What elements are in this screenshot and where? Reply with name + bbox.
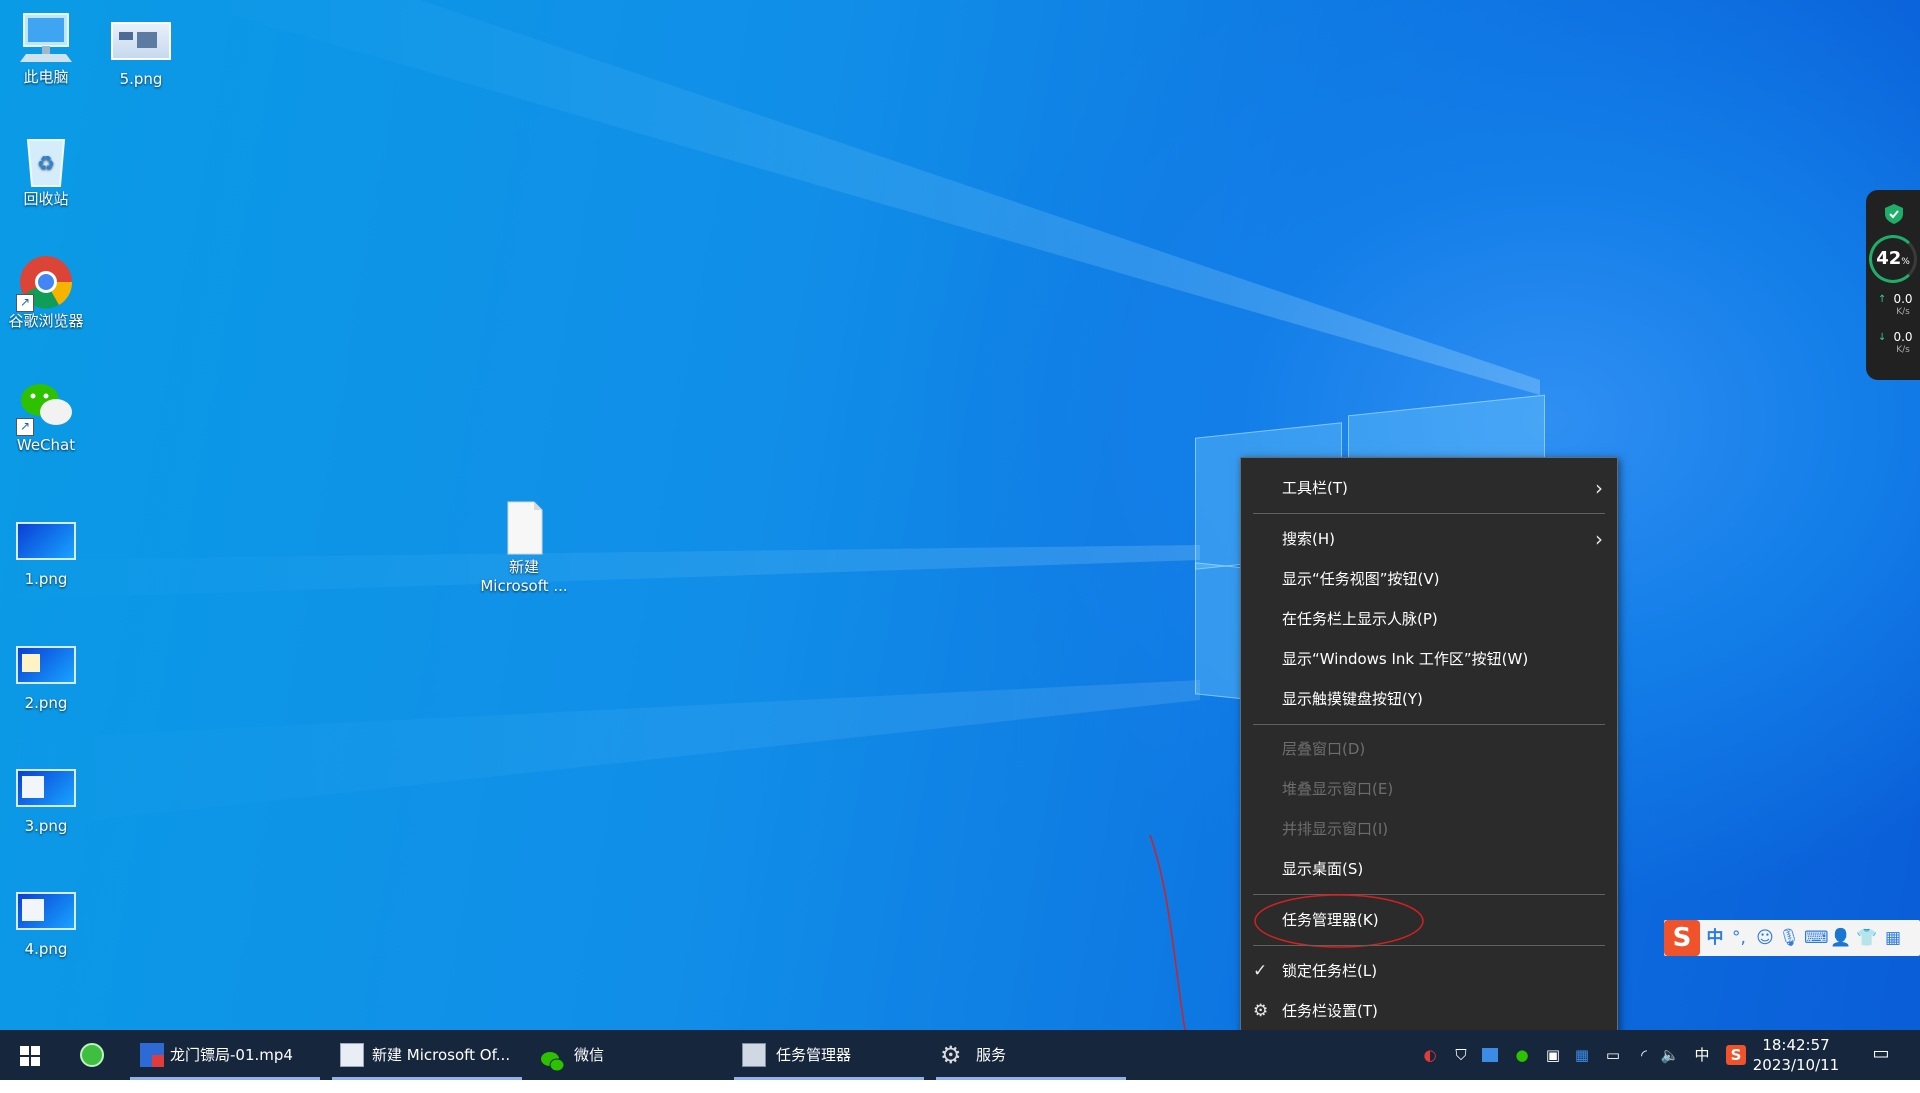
ime-punctuation-toggle[interactable]: °, [1728, 926, 1750, 950]
skin-shirt-icon[interactable]: 👕 [1856, 926, 1878, 950]
clock-date: 2023/10/11 [1752, 1056, 1840, 1074]
recycle-bin-icon: ♻ [18, 132, 74, 188]
services-gear-icon: ⚙ [940, 1041, 962, 1069]
chevron-right-icon: › [1595, 527, 1603, 551]
desktop-icon-this-pc[interactable]: 此电脑 [0, 10, 92, 87]
taskbar-task-manager[interactable]: 任务管理器 [734, 1030, 924, 1080]
action-center-icon[interactable]: ▭ [1870, 1044, 1892, 1066]
wechat-icon: ↗ [16, 378, 74, 436]
wechat-icon [540, 1043, 565, 1072]
menu-item-show-touch-keyboard[interactable]: 显示触摸键盘按钮(Y) [1241, 679, 1617, 719]
task-manager-icon [742, 1043, 766, 1067]
emoji-icon[interactable]: ☺ [1754, 926, 1776, 950]
desktop-icon-5-png[interactable]: 5.png [95, 10, 187, 89]
desktop[interactable]: 此电脑 5.png ♻ 回收站 ↗ 谷歌浏览器 ↗ WeChat 1.png 2… [0, 0, 1920, 1030]
chrome-icon: ↗ [16, 254, 74, 312]
checkmark-icon: ✓ [1253, 961, 1268, 981]
wechat-tray-icon[interactable]: ● [1512, 1045, 1532, 1065]
clock[interactable]: 18:42:57 2023/10/11 [1748, 1030, 1844, 1080]
upload-speed: 0.0 K/s [1893, 292, 1913, 318]
shortcut-arrow-icon: ↗ [16, 294, 34, 312]
menu-item-show-task-view[interactable]: 显示“任务视图”按钮(V) [1241, 559, 1617, 599]
menu-item-stack-windows: 堆叠显示窗口(E) [1282, 780, 1394, 798]
menu-item-side-by-side: 并排显示窗口(I) [1282, 820, 1389, 838]
menu-item-show-desktop[interactable]: 显示桌面(S) [1241, 849, 1617, 889]
word-document-icon [340, 1043, 364, 1067]
taskbar-services[interactable]: ⚙ 服务 [936, 1030, 1126, 1080]
computer-icon [18, 10, 74, 66]
taskbar[interactable]: 龙门镖局-01.mp4 新建 Microsoft Of... 微信 任务管理器 … [0, 1030, 1920, 1080]
shield-check-icon [1885, 204, 1903, 224]
cpu-usage-value: 42% [1876, 248, 1910, 269]
video-player-icon [140, 1043, 164, 1067]
security-tray-icon[interactable]: ▣ [1543, 1045, 1563, 1065]
360-browser-icon [80, 1043, 104, 1067]
menu-item-show-people[interactable]: 在任务栏上显示人脉(P) [1241, 599, 1617, 639]
antivirus-tray-icon[interactable]: ◐ [1420, 1045, 1440, 1065]
windows-start-icon [20, 1046, 40, 1066]
shortcut-arrow-icon: ↗ [16, 418, 34, 436]
image-file-icon [111, 22, 171, 60]
menu-item-search[interactable]: 搜索(H) › [1241, 519, 1617, 559]
menu-item-cascade-windows: 层叠窗口(D) [1282, 740, 1366, 758]
image-file-icon [16, 892, 76, 930]
grid-tray-icon[interactable]: ▦ [1572, 1045, 1592, 1065]
microphone-icon[interactable]: 🎙 [1778, 926, 1800, 950]
taskbar-context-menu: 工具栏(T) › 搜索(H) › 显示“任务视图”按钮(V) 在任务栏上显示人脉… [1240, 457, 1618, 1044]
taskbar-360-browser[interactable] [72, 1030, 116, 1080]
start-button[interactable] [0, 1030, 60, 1080]
desktop-icon-new-document[interactable]: 新建 Microsoft ... [476, 500, 572, 596]
download-arrow-icon: ↓ [1878, 332, 1887, 343]
menu-item-show-windows-ink[interactable]: 显示“Windows Ink 工作区”按钮(W) [1241, 639, 1617, 679]
desktop-icon-recycle-bin[interactable]: ♻ 回收站 [0, 132, 92, 209]
menu-item-taskbar-settings[interactable]: ⚙ 任务栏设置(T) [1241, 991, 1617, 1031]
upload-arrow-icon: ↑ [1878, 294, 1887, 305]
red-circle-annotation [1254, 894, 1424, 948]
chevron-right-icon: › [1595, 476, 1603, 500]
annotation-arrow [1149, 834, 1186, 1030]
keyboard-icon[interactable]: ⌨ [1804, 926, 1829, 950]
sogou-tray-icon[interactable]: S [1726, 1045, 1746, 1065]
sogou-ime-toolbar[interactable]: S 中 °, ☺ 🎙 ⌨ 👤 👕 ▦ [1664, 920, 1920, 956]
svg-text:♻: ♻ [37, 151, 55, 175]
sogou-logo-icon[interactable]: S [1664, 920, 1700, 956]
battery-icon[interactable]: ▭ [1603, 1045, 1623, 1065]
volume-icon[interactable]: 🔈 [1660, 1045, 1680, 1065]
network-icon[interactable]: ◜ [1634, 1045, 1654, 1065]
desktop-icon-4-png[interactable]: 4.png [0, 880, 92, 959]
image-file-icon [16, 646, 76, 684]
toolbox-grid-icon[interactable]: ▦ [1882, 926, 1904, 950]
ime-mode-toggle[interactable]: 中 [1704, 926, 1726, 950]
document-icon [496, 500, 552, 556]
download-speed: 0.0 K/s [1893, 330, 1913, 356]
window-tray-icon[interactable] [1482, 1048, 1498, 1062]
gear-icon: ⚙ [1253, 1001, 1269, 1021]
taskbar-wechat[interactable]: 微信 [534, 1030, 724, 1080]
desktop-icon-1-png[interactable]: 1.png [0, 510, 92, 589]
menu-separator [1253, 945, 1605, 946]
desktop-icon-3-png[interactable]: 3.png [0, 757, 92, 836]
taskbar-video-player[interactable]: 龙门镖局-01.mp4 [130, 1030, 320, 1080]
image-file-icon [16, 769, 76, 807]
taskbar-word-document[interactable]: 新建 Microsoft Of... [332, 1030, 522, 1080]
desktop-icon-wechat[interactable]: ↗ WeChat [0, 378, 92, 455]
ime-indicator[interactable]: 中 [1692, 1045, 1712, 1065]
shield-tray-icon[interactable]: ⛉ [1451, 1045, 1471, 1065]
desktop-icon-chrome[interactable]: ↗ 谷歌浏览器 [0, 254, 92, 331]
user-icon[interactable]: 👤 [1830, 926, 1852, 950]
network-monitor-widget[interactable]: 42% ↑ 0.0 K/s ↓ 0.0 K/s [1866, 190, 1920, 380]
menu-separator [1253, 513, 1605, 514]
image-file-icon [16, 522, 76, 560]
menu-separator [1253, 724, 1605, 725]
menu-item-lock-taskbar[interactable]: ✓ 锁定任务栏(L) [1241, 951, 1617, 991]
menu-item-toolbars[interactable]: 工具栏(T) › [1241, 468, 1617, 508]
wallpaper-light-rays [0, 0, 1540, 830]
desktop-icon-2-png[interactable]: 2.png [0, 634, 92, 713]
clock-time: 18:42:57 [1762, 1036, 1830, 1054]
